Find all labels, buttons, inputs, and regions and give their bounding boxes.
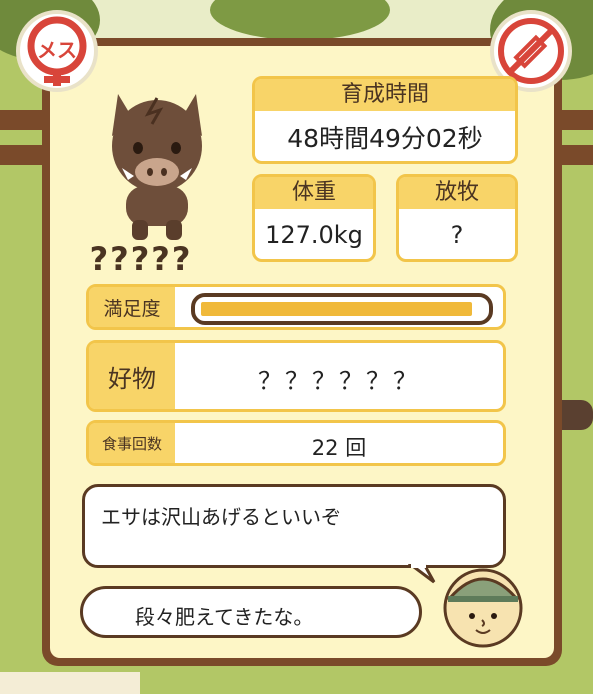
meals-value: 22 回 bbox=[311, 436, 367, 460]
hint-speech-bubble: エサは沢山あげるといいぞ bbox=[82, 484, 506, 568]
raise-time-label: 育成時間 bbox=[255, 79, 515, 111]
weight-label: 体重 bbox=[255, 177, 373, 209]
farmer-face-icon bbox=[443, 568, 523, 648]
comment-text: 段々肥えてきたな。 bbox=[135, 605, 314, 629]
wild-boar-icon bbox=[112, 94, 202, 240]
hint-text: エサは沢山あげるといいぞ bbox=[101, 505, 341, 529]
hint-bubble-tail bbox=[408, 564, 436, 584]
boar-name: ????? bbox=[89, 240, 193, 278]
satisfaction-bar-fill bbox=[201, 302, 472, 316]
grazing-label: 放牧 bbox=[399, 177, 515, 209]
sex-badge: メス bbox=[16, 10, 98, 92]
raise-time-box: 育成時間 48時間49分02秒 bbox=[252, 76, 518, 164]
satisfaction-row: 満足度 bbox=[86, 284, 506, 330]
satisfaction-bar bbox=[191, 293, 493, 325]
grazing-box: 放牧 ? bbox=[396, 174, 518, 262]
favorite-row: 好物 ？？？？？？ bbox=[86, 340, 506, 412]
sex-badge-label: メス bbox=[37, 38, 77, 62]
favorite-label: 好物 bbox=[89, 343, 175, 409]
meals-row: 食事回数 22 回 bbox=[86, 420, 506, 466]
meals-label: 食事回数 bbox=[89, 423, 175, 463]
comment-speech-bubble: 段々肥えてきたな。 bbox=[80, 586, 422, 638]
weight-box: 体重 127.0kg bbox=[252, 174, 376, 262]
favorite-value: ？？？？？？ bbox=[258, 367, 420, 395]
satisfaction-label: 満足度 bbox=[89, 287, 175, 327]
raise-time-value: 48時間49分02秒 bbox=[287, 124, 483, 153]
weight-value: 127.0kg bbox=[265, 221, 363, 249]
grazing-value: ? bbox=[450, 221, 464, 249]
